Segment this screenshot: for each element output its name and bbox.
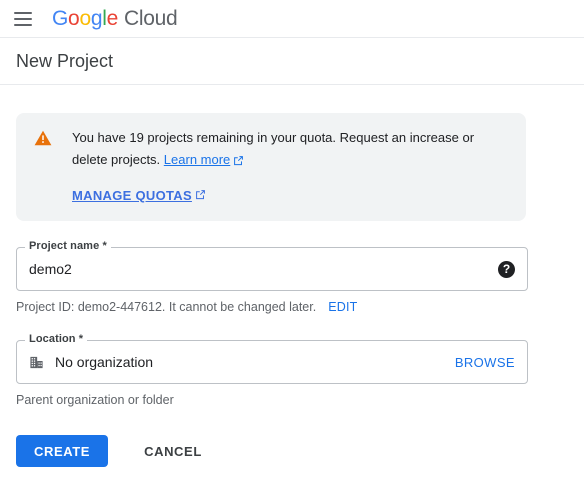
learn-more-link[interactable]: Learn more: [164, 152, 230, 167]
manage-quotas-link[interactable]: MANAGE QUOTAS: [72, 188, 206, 203]
logo-letter-g2: g: [90, 6, 103, 30]
edit-project-id-button[interactable]: EDIT: [328, 300, 357, 314]
logo-letter-e: e: [106, 6, 119, 30]
hamburger-line: [14, 11, 32, 14]
project-name-label: Project name *: [25, 239, 111, 253]
hamburger-line: [14, 17, 32, 20]
app-bar: Google Cloud: [0, 0, 584, 38]
browse-location-button[interactable]: BROWSE: [455, 355, 515, 370]
location-field-group: Location * No organization BROWSE Parent…: [16, 332, 528, 407]
logo-cloud-text: Cloud: [123, 6, 178, 30]
external-link-icon: [195, 188, 206, 203]
project-id-text: Project ID: demo2-447612. It cannot be c…: [16, 300, 317, 314]
project-name-field-group: Project name * ? Project ID: demo2-44761…: [16, 239, 528, 314]
google-cloud-logo[interactable]: Google Cloud: [52, 6, 178, 31]
quota-alert-message: You have 19 projects remaining in your q…: [72, 130, 475, 167]
main-content: You have 19 projects remaining in your q…: [0, 85, 584, 467]
quota-alert-text: You have 19 projects remaining in your q…: [72, 127, 510, 173]
logo-letter-o2: o: [79, 6, 91, 30]
location-value: No organization: [55, 354, 154, 370]
warning-triangle-icon: [32, 130, 54, 146]
location-field[interactable]: No organization BROWSE: [16, 340, 528, 384]
location-helper: Parent organization or folder: [16, 393, 528, 407]
logo-letter-o1: o: [68, 6, 80, 30]
page-title: New Project: [16, 50, 114, 71]
project-name-input[interactable]: [29, 261, 498, 277]
hamburger-menu-icon[interactable]: [8, 4, 38, 34]
project-id-helper: Project ID: demo2-447612. It cannot be c…: [16, 300, 528, 314]
manage-quotas-label: MANAGE QUOTAS: [72, 188, 192, 203]
page-title-bar: New Project: [0, 38, 584, 85]
help-question-icon[interactable]: ?: [498, 260, 515, 278]
location-label: Location *: [25, 332, 88, 346]
quota-alert-banner: You have 19 projects remaining in your q…: [16, 113, 526, 221]
project-name-field[interactable]: ?: [16, 247, 528, 291]
cancel-button[interactable]: CANCEL: [134, 435, 212, 467]
location-helper-text: Parent organization or folder: [16, 393, 174, 407]
external-link-icon: [233, 151, 244, 173]
organization-building-icon: [29, 355, 44, 370]
hamburger-line: [14, 23, 32, 26]
logo-letter-g: G: [52, 6, 69, 30]
form-actions: CREATE CANCEL: [16, 435, 568, 467]
quota-alert-body: You have 19 projects remaining in your q…: [72, 127, 510, 205]
create-button[interactable]: CREATE: [16, 435, 109, 467]
